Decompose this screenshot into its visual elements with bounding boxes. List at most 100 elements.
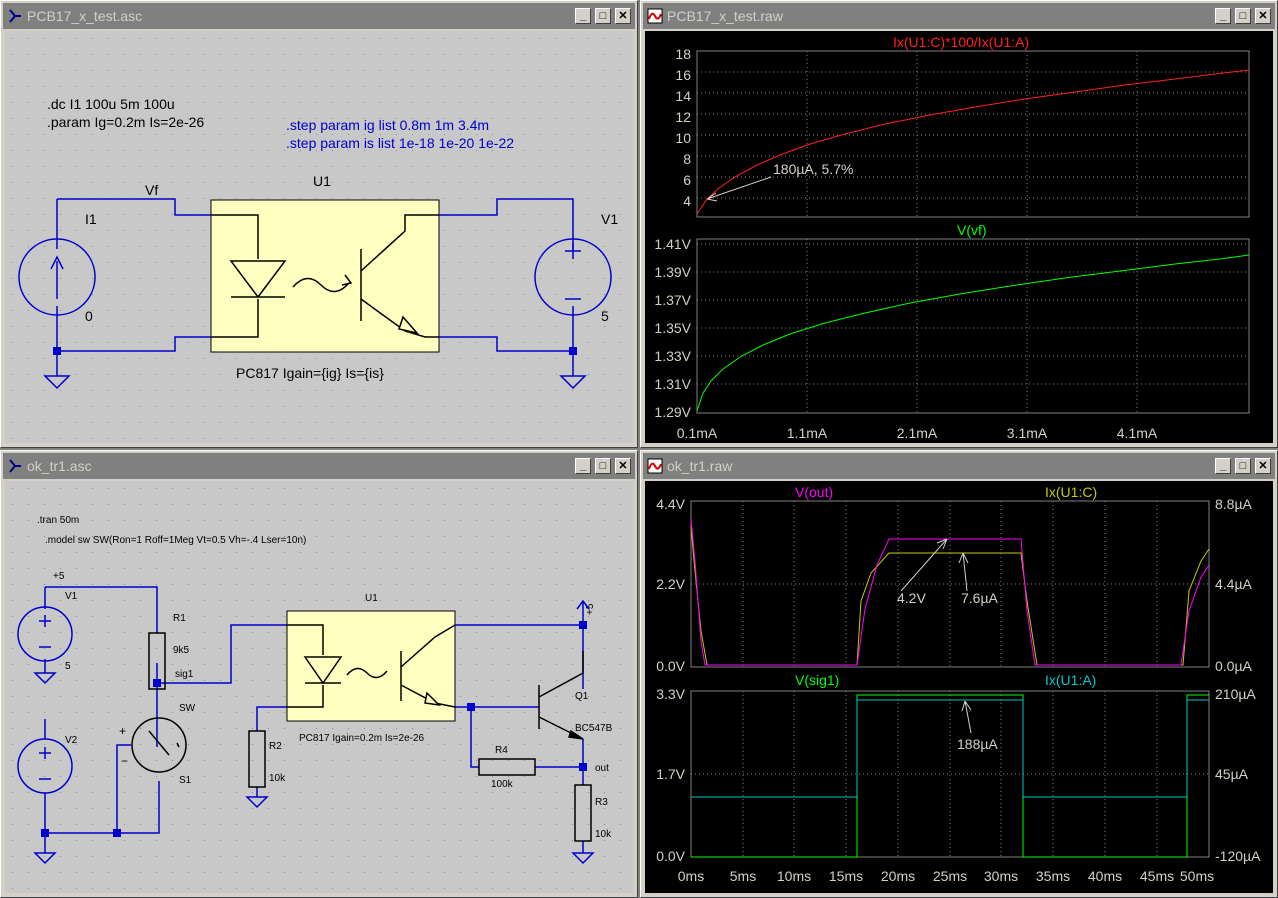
model-directive: .model sw SW(Ron=1 Roff=1Meg Vt=0.5 Vh=-… — [45, 535, 306, 546]
ytick-bottom-5: 1.31V — [654, 376, 691, 392]
plot-window-2[interactable]: ok_tr1.raw _ □ ✕ V(out) Ix(U1:C) 4.4V 2.… — [640, 450, 1278, 898]
i1-value: 0 — [85, 308, 93, 324]
cursor-annotation-current: 188µA — [957, 736, 998, 752]
close-button[interactable]: ✕ — [615, 8, 631, 24]
xtick-5: 25ms — [933, 868, 967, 884]
maximize-button[interactable]: □ — [1235, 8, 1251, 24]
ytick-top-right-2: 0.0µA — [1215, 658, 1253, 674]
trace-label-vsig1[interactable]: V(sig1) — [795, 672, 839, 688]
minimize-button[interactable]: _ — [1215, 458, 1231, 474]
ytick-bottom-right-0: 210µA — [1215, 686, 1256, 702]
r1-value: 9k5 — [173, 645, 190, 656]
r2-value: 10k — [269, 773, 286, 784]
dc-directive: .dc I1 100u 5m 100u — [47, 96, 175, 112]
trace-label-ia[interactable]: Ix(U1:A) — [1045, 672, 1096, 688]
xtick-4: 20ms — [881, 868, 915, 884]
ytick-bottom-0: 1.41V — [654, 236, 691, 252]
v1-label: V1 — [601, 211, 618, 227]
maximize-button[interactable]: □ — [595, 8, 611, 24]
ytick-bottom-6: 1.29V — [654, 404, 691, 420]
v1-value: 5 — [601, 308, 609, 324]
plot-pane-top[interactable] — [696, 50, 1250, 218]
minimize-button[interactable]: _ — [575, 458, 591, 474]
xtick-2: 2.1mA — [897, 425, 938, 441]
xtick-9: 45ms — [1140, 868, 1174, 884]
titlebar[interactable]: ok_tr1.asc _ □ ✕ — [3, 453, 635, 479]
trace-label-ic[interactable]: Ix(U1:C) — [1045, 484, 1097, 500]
r3-value: 10k — [595, 829, 612, 840]
xtick-1: 1.1mA — [787, 425, 828, 441]
xtick-7: 35ms — [1036, 868, 1070, 884]
ytick-top-left-1: 2.2V — [656, 576, 685, 592]
xtick-4: 4.1mA — [1117, 425, 1158, 441]
schematic-1-drawing: .dc I1 100u 5m 100u .param Ig=0.2m Is=2e… — [5, 31, 633, 443]
waveform-icon — [647, 458, 663, 474]
maximize-button[interactable]: □ — [595, 458, 611, 474]
xtick-2: 10ms — [777, 868, 811, 884]
window-title: PCB17_x_test.raw — [667, 8, 783, 24]
xtick-1: 5ms — [730, 868, 756, 884]
step-directive-is: .step param is list 1e-18 1e-20 1e-22 — [286, 135, 514, 151]
window-title: ok_tr1.asc — [27, 458, 92, 474]
cursor-annotation-arrow — [900, 538, 969, 592]
ytick-top-5: 8 — [683, 151, 691, 167]
xtick-0: 0.1mA — [677, 425, 718, 441]
v2-label: V2 — [65, 735, 78, 746]
plot-canvas[interactable]: Ix(U1:C)*100/Ix(U1:A) 18 16 14 12 10 8 6… — [645, 31, 1273, 443]
schematic-canvas[interactable]: .tran 50m .model sw SW(Ron=1 Roff=1Meg V… — [5, 481, 633, 893]
minimize-button[interactable]: _ — [575, 8, 591, 24]
optocoupler-u1[interactable] — [286, 610, 456, 722]
minimize-button[interactable]: _ — [1215, 8, 1231, 24]
optocoupler-part-label: PC817 Igain={ig} Is={is} — [236, 365, 384, 381]
ytick-top-4: 10 — [675, 130, 691, 146]
trace-ia-curve[interactable] — [691, 699, 1209, 798]
trace-label-vout[interactable]: V(out) — [795, 484, 833, 500]
cursor-annotation-arrow — [706, 176, 772, 202]
schematic-canvas[interactable]: .dc I1 100u 5m 100u .param Ig=0.2m Is=2e… — [5, 31, 633, 443]
grid-top — [697, 51, 1249, 217]
ytick-bottom-left-1: 1.7V — [656, 766, 685, 782]
close-button[interactable]: ✕ — [615, 458, 631, 474]
optocoupler-part-label: PC817 Igain=0.2m Is=2e-26 — [299, 733, 425, 744]
trace-gain-curve[interactable] — [696, 69, 1250, 215]
ytick-bottom-right-1: 45µA — [1215, 766, 1249, 782]
ytick-bottom-left-0: 3.3V — [656, 686, 685, 702]
titlebar[interactable]: ok_tr1.raw _ □ ✕ — [643, 453, 1275, 479]
titlebar[interactable]: PCB17_x_test.asc _ □ ✕ — [3, 3, 635, 29]
titlebar[interactable]: PCB17_x_test.raw _ □ ✕ — [643, 3, 1275, 29]
plot-window-1[interactable]: PCB17_x_test.raw _ □ ✕ Ix(U1:C)*100/Ix(U… — [640, 0, 1278, 448]
close-button[interactable]: ✕ — [1255, 458, 1271, 474]
tran-directive: .tran 50m — [37, 515, 79, 526]
close-button[interactable]: ✕ — [1255, 8, 1271, 24]
cursor-annotation: 180µA, 5.7% — [773, 161, 853, 177]
r4-label: R4 — [495, 745, 508, 756]
schematic-icon — [9, 459, 21, 473]
cursor-annotation-arrow — [961, 700, 972, 734]
plot-canvas[interactable]: V(out) Ix(U1:C) 4.4V 2.2V 0.0V 8.8µA 4.4… — [645, 481, 1273, 893]
v1-label: V1 — [65, 591, 78, 602]
maximize-button[interactable]: □ — [1235, 458, 1251, 474]
param-directive: .param Ig=0.2m Is=2e-26 — [47, 114, 204, 130]
grid-top — [691, 501, 1209, 667]
xtick-10: 50ms — [1180, 868, 1214, 884]
trace-vf-curve[interactable] — [696, 254, 1250, 412]
trace-label-gain[interactable]: Ix(U1:C)*100/Ix(U1:A) — [893, 34, 1029, 50]
trace-label-vf[interactable]: V(vf) — [957, 222, 987, 238]
ytick-top-7: 4 — [683, 193, 691, 209]
trace-ic-curve[interactable] — [690, 526, 1210, 666]
r1-label: R1 — [173, 613, 186, 624]
s1-label: S1 — [179, 775, 192, 786]
ytick-top-left-2: 0.0V — [656, 658, 685, 674]
ytick-bottom-right-2: -120µA — [1215, 848, 1261, 864]
r3-label: R3 — [595, 797, 608, 808]
svg-text:−: − — [121, 754, 128, 768]
schematic-window-1[interactable]: PCB17_x_test.asc _ □ ✕ .dc I1 100u 5m 10… — [0, 0, 638, 448]
trace-vout-curve[interactable] — [690, 518, 1210, 666]
r2-label: R2 — [269, 741, 282, 752]
step-directive-ig: .step param ig list 0.8m 1m 3.4m — [286, 117, 489, 133]
xtick-6: 30ms — [984, 868, 1018, 884]
u1-label: U1 — [313, 173, 331, 189]
window-title: PCB17_x_test.asc — [27, 8, 143, 24]
u1-label: U1 — [365, 593, 378, 604]
schematic-window-2[interactable]: ok_tr1.asc _ □ ✕ .tran 50m .model sw SW(… — [0, 450, 638, 898]
